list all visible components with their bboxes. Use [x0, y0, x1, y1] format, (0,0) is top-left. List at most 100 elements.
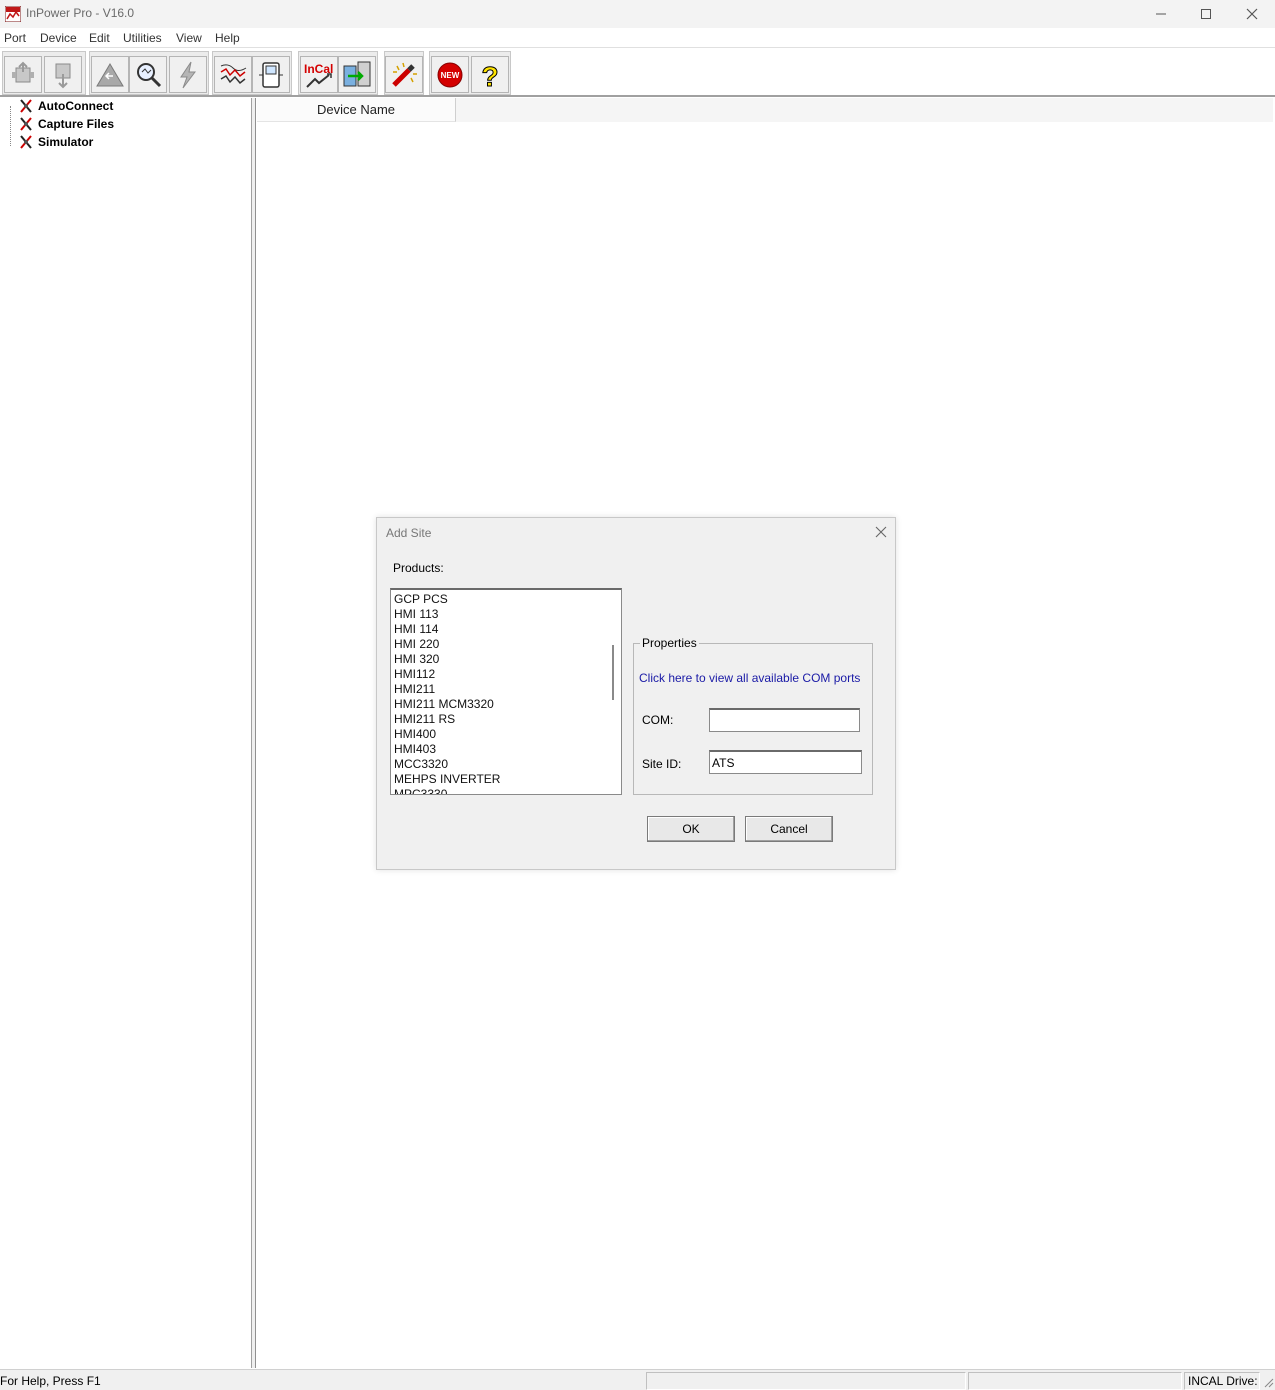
- toolbar: InCal NEW ?: [0, 49, 1275, 97]
- cancel-button[interactable]: Cancel: [745, 816, 833, 842]
- close-window-button[interactable]: [1229, 0, 1275, 28]
- minimize-icon: [1156, 13, 1166, 15]
- dialog-close-button[interactable]: [873, 524, 889, 540]
- toolbar-group-connect: [2, 51, 86, 95]
- list-item[interactable]: MCC3320: [394, 757, 448, 772]
- site-tree: AutoConnect Capture Files Simulator: [0, 98, 252, 1368]
- wizard-button[interactable]: [385, 56, 423, 93]
- menu-bar: Port Device Edit Utilities View Help: [0, 28, 1275, 48]
- maximize-icon: [1201, 9, 1211, 19]
- list-item[interactable]: GCP PCS: [394, 592, 448, 607]
- minimize-button[interactable]: [1138, 0, 1184, 28]
- transfer-button[interactable]: [338, 56, 376, 93]
- tree-item-label: AutoConnect: [38, 99, 114, 113]
- help-icon-label: ?: [481, 61, 498, 90]
- list-item[interactable]: HMI 220: [394, 637, 439, 652]
- trend-chart-icon: [220, 63, 247, 84]
- meter-icon: [259, 61, 283, 88]
- help-button[interactable]: ?: [471, 56, 509, 93]
- site-id-label: Site ID:: [642, 757, 682, 771]
- cable-plug-icon: [20, 99, 32, 113]
- close-icon: [875, 526, 887, 538]
- search-device-button[interactable]: [129, 56, 167, 93]
- products-listbox[interactable]: GCP PCS HMI 113 HMI 114 HMI 220 HMI 320 …: [390, 588, 622, 795]
- list-item[interactable]: MEHPS INVERTER: [394, 772, 500, 787]
- resize-grip-icon[interactable]: [1262, 1376, 1274, 1388]
- list-item[interactable]: HMI 320: [394, 652, 439, 667]
- triangle-back-icon: [96, 62, 124, 86]
- menu-device[interactable]: Device: [40, 31, 77, 45]
- menu-help[interactable]: Help: [215, 31, 240, 45]
- tree-connector: [10, 106, 11, 146]
- tree-item-autoconnect[interactable]: AutoConnect: [18, 98, 113, 114]
- add-site-dialog: Add Site Products: GCP PCS HMI 113 HMI 1…: [376, 517, 896, 870]
- whats-new-button[interactable]: NEW: [431, 56, 469, 93]
- list-item[interactable]: HMI211 MCM3320: [394, 697, 494, 712]
- lightning-icon: [180, 61, 196, 88]
- tree-item-label: Capture Files: [38, 117, 115, 131]
- list-item[interactable]: HMI 114: [394, 622, 438, 637]
- download-device-icon: [55, 63, 71, 88]
- incal-icon: InCal: [304, 62, 333, 88]
- list-item[interactable]: HMI 113: [394, 607, 438, 622]
- upload-device-icon: [12, 61, 34, 82]
- title-bar: InPower Pro - V16.0: [0, 0, 1275, 28]
- list-item[interactable]: HMI403: [394, 742, 436, 757]
- toolbar-group-tools: [89, 51, 209, 95]
- list-item[interactable]: MPC3330: [394, 787, 447, 794]
- close-icon: [1246, 8, 1258, 20]
- list-item[interactable]: HMI400: [394, 727, 436, 742]
- status-help-text: For Help, Press F1: [0, 1374, 101, 1388]
- com-label: COM:: [642, 713, 674, 727]
- column-header-row: Device Name: [257, 98, 1273, 122]
- menu-view[interactable]: View: [176, 31, 202, 45]
- transfer-icon: [343, 61, 371, 86]
- toolbar-group-trend: [212, 51, 292, 95]
- toolbar-group-help: NEW ?: [429, 51, 511, 95]
- tree-item-label: Simulator: [38, 135, 94, 149]
- back-button[interactable]: [91, 56, 129, 93]
- dialog-title: Add Site: [386, 526, 432, 540]
- menu-port[interactable]: Port: [4, 31, 26, 45]
- com-input[interactable]: [709, 708, 860, 732]
- tree-item-capture-files[interactable]: Capture Files: [18, 116, 114, 132]
- list-item[interactable]: HMI211 RS: [394, 712, 455, 727]
- status-bar: For Help, Press F1 INCAL Drive:: [0, 1369, 1275, 1390]
- new-badge-icon: NEW: [437, 62, 463, 87]
- cable-plug-icon: [20, 135, 32, 149]
- ok-button[interactable]: OK: [647, 816, 735, 842]
- trend-button[interactable]: [214, 56, 252, 93]
- cable-plug-icon: [20, 117, 32, 131]
- status-panel: [646, 1372, 966, 1390]
- list-item[interactable]: HMI112: [394, 667, 435, 682]
- toolbar-group-wizard: [384, 51, 424, 95]
- new-badge-label: NEW: [441, 71, 460, 80]
- list-item[interactable]: HMI211: [394, 682, 435, 697]
- scrollbar-thumb[interactable]: [612, 645, 614, 700]
- status-panel: [968, 1372, 1182, 1390]
- status-incal-drive: INCAL Drive:: [1188, 1374, 1258, 1388]
- site-id-input[interactable]: [709, 750, 862, 774]
- flash-button[interactable]: [169, 56, 207, 93]
- column-header-device-name[interactable]: Device Name: [257, 98, 456, 122]
- incal-button[interactable]: InCal: [300, 56, 338, 93]
- properties-legend: Properties: [640, 636, 699, 650]
- menu-edit[interactable]: Edit: [89, 31, 110, 45]
- properties-group: Properties Click here to view all availa…: [633, 636, 873, 795]
- meter-button[interactable]: [252, 56, 290, 93]
- tree-item-simulator[interactable]: Simulator: [18, 134, 93, 150]
- window-title: InPower Pro - V16.0: [26, 6, 135, 20]
- products-label: Products:: [393, 561, 444, 575]
- maximize-button[interactable]: [1183, 0, 1229, 28]
- menu-utilities[interactable]: Utilities: [123, 31, 162, 45]
- view-com-ports-link[interactable]: Click here to view all available COM por…: [639, 671, 860, 685]
- app-icon: [5, 6, 21, 22]
- products-scrollbar[interactable]: [607, 590, 621, 794]
- toolbar-group-incal: InCal: [298, 51, 378, 95]
- pane-splitter[interactable]: [252, 98, 256, 1368]
- question-mark-icon: ?: [481, 60, 499, 90]
- magic-wand-icon: [392, 62, 417, 87]
- magnifier-icon: [137, 62, 162, 87]
- download-button[interactable]: [44, 56, 82, 93]
- upload-button[interactable]: [4, 56, 42, 93]
